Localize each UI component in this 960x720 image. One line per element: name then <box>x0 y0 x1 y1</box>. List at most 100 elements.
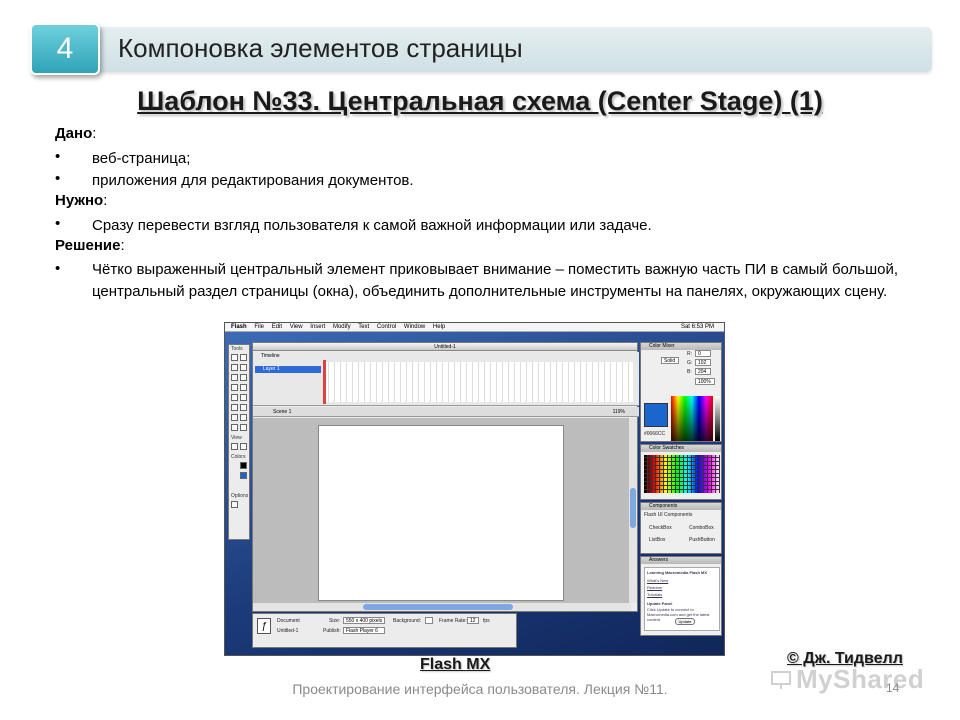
update-button[interactable]: Update <box>675 618 695 625</box>
slide-number-badge: 4 <box>30 23 100 75</box>
stage-canvas[interactable] <box>318 425 564 601</box>
lasso-tool-icon[interactable] <box>240 364 247 371</box>
answers-link[interactable]: Tutorials <box>647 592 662 597</box>
tools-title: Tools <box>231 346 243 352</box>
section-title: Компоновка элементов страницы <box>118 33 523 63</box>
answers-panel: Answers Learning Macromedia Flash MX Wha… <box>640 556 722 636</box>
subselect-tool-icon[interactable] <box>240 354 247 361</box>
timeline-frames[interactable] <box>323 362 633 402</box>
color-mixer-panel: Color Mixer Solid R: 0 G: 102 B: 204 100… <box>640 342 722 442</box>
brush-tool-icon[interactable] <box>240 394 247 401</box>
menu-item[interactable]: Edit <box>272 324 282 330</box>
color-swatches-title[interactable]: Color Swatches <box>641 445 721 452</box>
answers-link[interactable]: Readme <box>647 585 662 590</box>
solution-heading: Решение: <box>55 237 125 254</box>
hex-value[interactable]: #0066CC <box>644 431 665 437</box>
fill-color-icon[interactable] <box>240 472 247 479</box>
need-label: Нужно <box>55 192 104 209</box>
hand-tool-icon[interactable] <box>231 443 238 450</box>
component-checkbox[interactable]: CheckBox <box>649 525 672 531</box>
snap-option-icon[interactable] <box>231 501 238 508</box>
tools-panel: Tools View Colors Options <box>228 344 250 540</box>
color-swatches-panel: Color Swatches <box>640 444 722 500</box>
text-tool-icon[interactable] <box>240 374 247 381</box>
component-listbox[interactable]: ListBox <box>649 537 665 543</box>
color-spectrum[interactable] <box>671 396 713 441</box>
eraser-tool-icon[interactable] <box>240 424 247 431</box>
red-input[interactable]: 0 <box>695 350 711 357</box>
size-button[interactable]: 550 x 400 pixels <box>343 617 385 624</box>
components-title[interactable]: Components <box>641 503 721 510</box>
footer-text: Проектирование интерфейса пользователя. … <box>292 681 668 697</box>
eyedropper-tool-icon[interactable] <box>231 424 238 431</box>
menu-item[interactable]: Help <box>433 324 445 330</box>
publish-button[interactable]: Flash Player 6 <box>343 627 385 634</box>
components-set[interactable]: Flash UI Components <box>644 512 692 518</box>
document-label: Document <box>277 618 300 624</box>
scroll-thumb[interactable] <box>363 604 513 610</box>
menu-item[interactable]: Flash <box>231 324 247 330</box>
screenshot-caption: Flash MX <box>420 656 491 673</box>
view-label: View <box>231 435 242 441</box>
playhead[interactable] <box>323 360 326 404</box>
oval-tool-icon[interactable] <box>231 384 238 391</box>
component-combobox[interactable]: ComboBox <box>689 525 714 531</box>
vertical-scrollbar[interactable] <box>629 418 637 603</box>
paint-bucket-tool-icon[interactable] <box>240 414 247 421</box>
document-title: Untitled-1 <box>253 343 637 351</box>
given-heading: Дано: <box>55 125 96 142</box>
blue-input[interactable]: 204 <box>695 368 711 375</box>
alpha-input[interactable]: 100% <box>695 378 715 385</box>
layer-row[interactable]: Layer 1 <box>255 366 321 373</box>
menu-item[interactable]: Window <box>404 324 425 330</box>
fill-transform-tool-icon[interactable] <box>240 404 247 411</box>
ink-bottle-tool-icon[interactable] <box>231 414 238 421</box>
fill-style-select[interactable]: Solid <box>661 357 679 364</box>
answers-link[interactable]: What's New <box>647 578 668 583</box>
menu-item[interactable]: File <box>254 324 264 330</box>
menu-item[interactable]: Insert <box>310 324 325 330</box>
page-number: 14 <box>886 681 900 695</box>
bullet: • <box>55 260 61 277</box>
horizontal-scrollbar[interactable] <box>253 603 631 611</box>
desktop: Tools View Colors Options Untitled-1 Tim… <box>225 332 724 655</box>
component-pushbutton[interactable]: PushButton <box>689 537 715 543</box>
timeline-panel: Timeline Layer 1 <box>253 352 639 406</box>
timeline-label: Timeline <box>261 353 280 359</box>
green-input[interactable]: 102 <box>695 359 711 366</box>
pencil-tool-icon[interactable] <box>231 394 238 401</box>
swatch-grid[interactable] <box>644 455 720 493</box>
free-transform-tool-icon[interactable] <box>231 404 238 411</box>
menu-item[interactable]: Control <box>377 324 396 330</box>
menubar-clock: Sat 6:53 PM <box>680 324 714 330</box>
update-panel-title: Update Panel <box>647 601 673 606</box>
bullet: • <box>55 148 61 165</box>
zoom-tool-icon[interactable] <box>240 443 247 450</box>
g-label: G: <box>687 360 693 366</box>
zoom-field[interactable]: 119% <box>613 407 625 417</box>
rectangle-tool-icon[interactable] <box>240 384 247 391</box>
colors-label: Colors <box>231 454 246 460</box>
b-label: B: <box>687 369 692 375</box>
size-label: Size: <box>329 618 341 624</box>
r-label: R: <box>687 351 692 357</box>
fps-label: fps <box>483 618 490 624</box>
background-label: Background: <box>393 618 422 624</box>
menu-item[interactable]: Modify <box>333 324 351 330</box>
color-mixer-title[interactable]: Color Mixer <box>641 343 721 350</box>
menu-item[interactable]: Text <box>358 324 369 330</box>
line-tool-icon[interactable] <box>231 364 238 371</box>
background-swatch[interactable] <box>425 617 433 624</box>
answers-title[interactable]: Answers <box>641 557 721 564</box>
colon: : <box>92 125 97 142</box>
bullet: • <box>55 170 61 187</box>
scene-label[interactable]: Scene 1 <box>273 409 291 415</box>
arrow-tool-icon[interactable] <box>231 354 238 361</box>
brightness-ramp[interactable] <box>715 396 720 441</box>
framerate-input[interactable]: 12 <box>467 617 479 624</box>
menu-item[interactable]: View <box>290 324 303 330</box>
scroll-thumb[interactable] <box>630 488 636 528</box>
pen-tool-icon[interactable] <box>231 374 238 381</box>
stroke-color-icon[interactable] <box>240 462 247 469</box>
need-heading: Нужно: <box>55 192 107 209</box>
